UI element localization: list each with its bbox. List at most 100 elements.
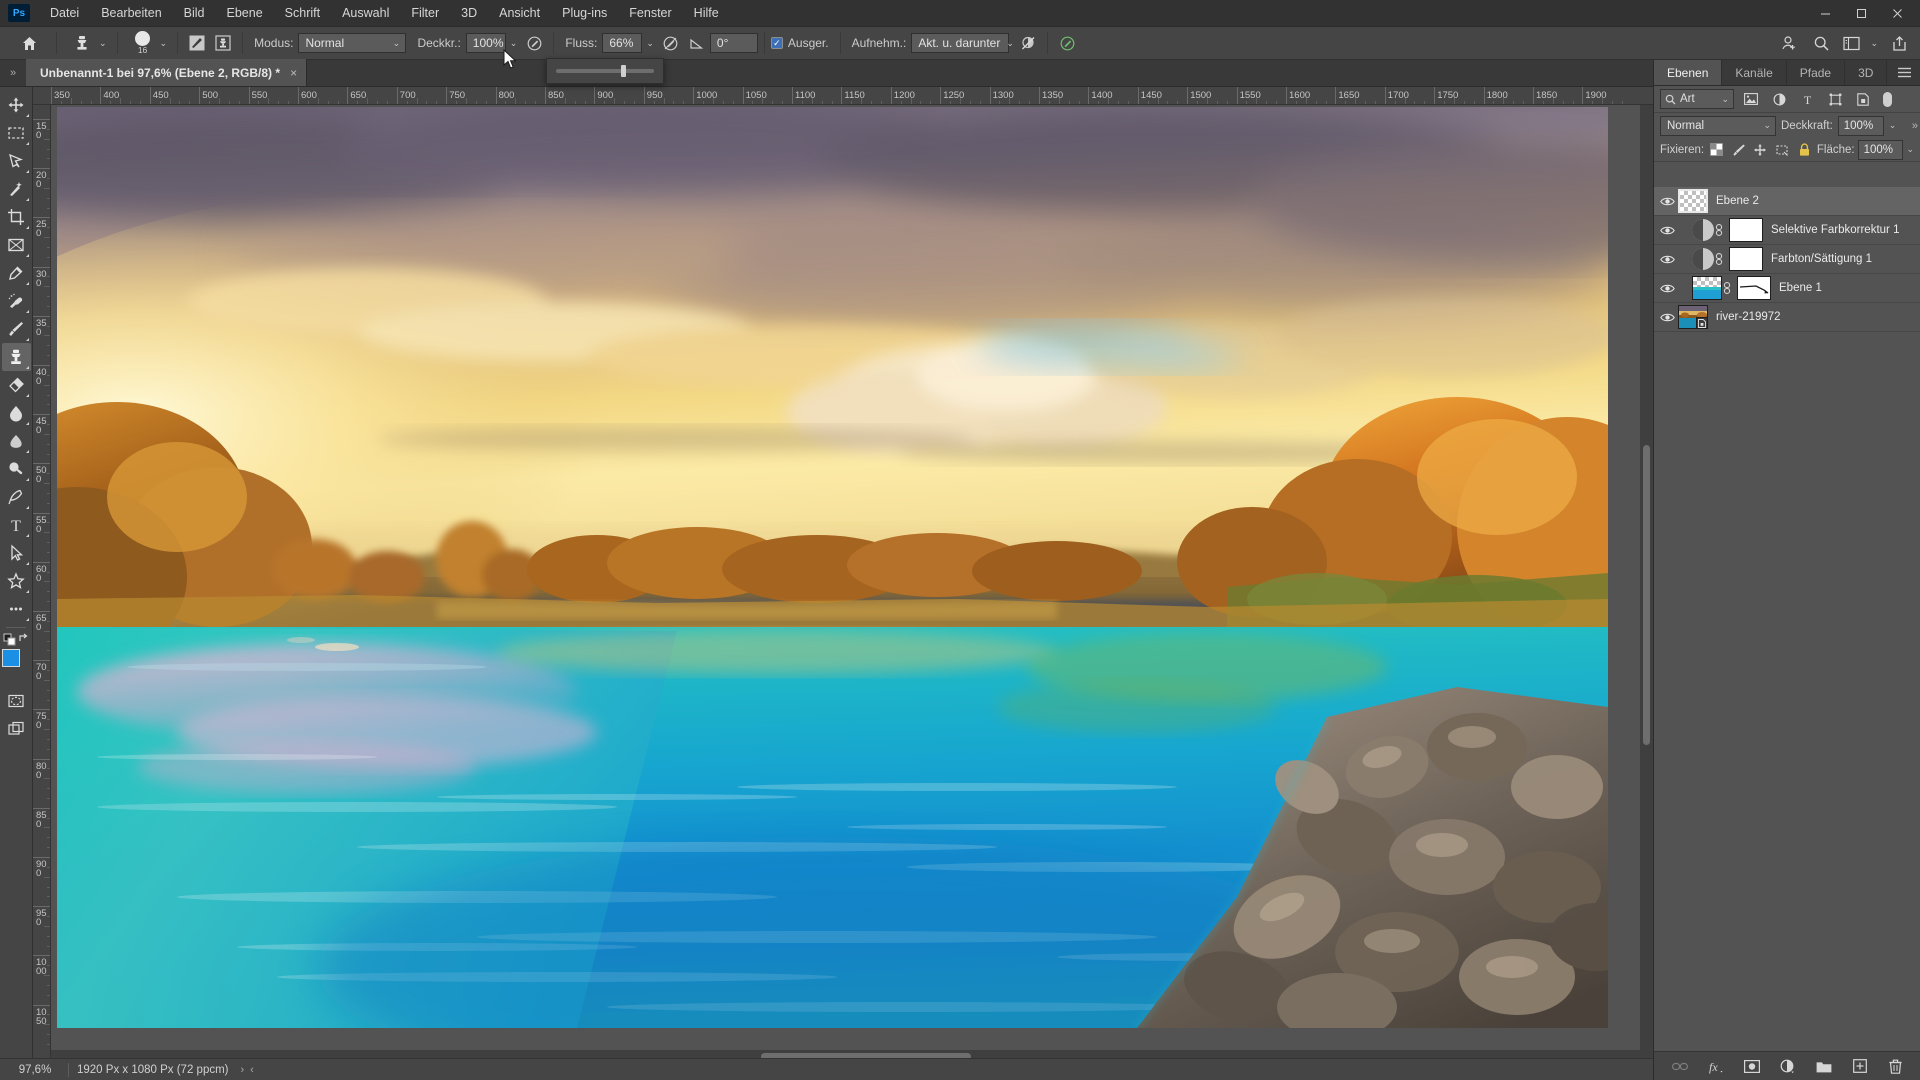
- canvas-image[interactable]: [57, 107, 1608, 1028]
- blend-mode-select[interactable]: Normal ⌄: [298, 33, 407, 53]
- panel-menu-icon[interactable]: [1889, 60, 1920, 85]
- clone-stamp-tool[interactable]: [1, 343, 31, 371]
- canvas-vertical-scrollbar[interactable]: [1640, 105, 1653, 1063]
- ignore-adjustment-icon[interactable]: [1015, 31, 1041, 55]
- chevron-down-icon[interactable]: ⌄: [95, 38, 111, 49]
- fx-icon[interactable]: fx: [1706, 1056, 1726, 1076]
- menu-schrift[interactable]: Schrift: [274, 2, 331, 24]
- close-button[interactable]: [1880, 0, 1914, 27]
- adjustment-layer-thumbnail[interactable]: [1692, 248, 1714, 270]
- menu-fenster[interactable]: Fenster: [618, 2, 682, 24]
- lock-artboard-icon[interactable]: [1773, 140, 1792, 159]
- type-tool[interactable]: T: [2, 511, 31, 539]
- layer-name[interactable]: Ebene 1: [1771, 282, 1822, 294]
- airbrush-icon[interactable]: [658, 31, 684, 55]
- layer-row-river-219972[interactable]: river-219972: [1654, 303, 1920, 332]
- menu-ansicht[interactable]: Ansicht: [488, 2, 551, 24]
- pixel-filter-icon[interactable]: [1740, 89, 1762, 109]
- menu-hilfe[interactable]: Hilfe: [683, 2, 730, 24]
- layer-name[interactable]: Farbton/Sättigung 1: [1763, 253, 1872, 265]
- tab-kanaele[interactable]: Kanäle: [1722, 60, 1787, 85]
- layer-thumbnail[interactable]: [1692, 276, 1722, 300]
- layer-mask-thumbnail[interactable]: [1729, 218, 1763, 242]
- canvas-vertical-scroll-thumb[interactable]: [1643, 445, 1650, 745]
- type-filter-icon[interactable]: T: [1796, 89, 1818, 109]
- menu-bild[interactable]: Bild: [173, 2, 216, 24]
- layer-row-ebene-1[interactable]: Ebene 1: [1654, 274, 1920, 303]
- more-tools[interactable]: [2, 595, 31, 623]
- chevron-down-icon[interactable]: ⌄: [506, 38, 522, 49]
- tab-pfade[interactable]: Pfade: [1787, 60, 1846, 85]
- layer-mask-thumbnail[interactable]: [1729, 247, 1763, 271]
- color-swatches[interactable]: [1, 649, 31, 681]
- layer-blend-mode-select[interactable]: Normal ⌄: [1660, 115, 1776, 136]
- layer-visibility-icon[interactable]: [1656, 303, 1678, 332]
- minimize-button[interactable]: [1808, 0, 1842, 27]
- menu-plugins[interactable]: Plug-ins: [551, 2, 618, 24]
- link-mask-icon[interactable]: [1714, 223, 1729, 237]
- menu-bearbeiten[interactable]: Bearbeiten: [90, 2, 172, 24]
- link-mask-icon[interactable]: [1714, 252, 1729, 266]
- lasso-tool[interactable]: [2, 147, 31, 175]
- layer-visibility-icon[interactable]: [1656, 245, 1678, 274]
- healing-brush-tool[interactable]: [2, 287, 31, 315]
- layer-list[interactable]: Ebene 2 Selektive Farbkorrektur 1 Farbto…: [1654, 187, 1920, 1050]
- lock-image-icon[interactable]: [1729, 140, 1748, 159]
- layer-row-farbton-saettigung-1[interactable]: Farbton/Sättigung 1: [1654, 245, 1920, 274]
- adjustment-layer-thumbnail[interactable]: [1692, 219, 1714, 241]
- zoom-level[interactable]: 97,6%: [0, 1064, 60, 1076]
- opacity-input[interactable]: 100%: [465, 33, 506, 53]
- flow-slider-track[interactable]: [556, 65, 654, 77]
- layer-mask-thumbnail[interactable]: [1737, 276, 1771, 300]
- adjustment-filter-icon[interactable]: [1768, 89, 1790, 109]
- shape-tool[interactable]: [2, 567, 31, 595]
- clone-stamp-icon[interactable]: [69, 31, 95, 55]
- brush-preset-picker[interactable]: 16: [130, 30, 156, 56]
- brush-settings-icon[interactable]: [184, 31, 210, 55]
- document-dimensions[interactable]: 1920 Px x 1080 Px (72 ppcm): [77, 1064, 229, 1076]
- sample-select[interactable]: Akt. u. darunter ⌄: [911, 33, 1014, 53]
- vertical-ruler[interactable]: 150 200 250 300 350 400 450 500 550 600 650 700 750 8…: [33, 105, 51, 1063]
- status-next-icon[interactable]: ›: [241, 1064, 245, 1076]
- rectangular-marquee-tool[interactable]: [2, 119, 31, 147]
- link-mask-icon[interactable]: [1722, 281, 1737, 295]
- layer-filter-kind-select[interactable]: Art ⌄: [1660, 89, 1734, 109]
- layer-visibility-icon[interactable]: [1656, 187, 1678, 216]
- aligned-checkbox[interactable]: ✓: [770, 37, 783, 49]
- layer-visibility-icon[interactable]: [1656, 274, 1678, 303]
- blur-tool[interactable]: [2, 427, 31, 455]
- clone-source-icon[interactable]: [210, 31, 236, 55]
- brush-tool[interactable]: [2, 315, 31, 343]
- link-layers-icon[interactable]: [1670, 1056, 1690, 1076]
- magic-wand-tool[interactable]: [2, 175, 31, 203]
- canvas-area[interactable]: [51, 105, 1653, 1063]
- menu-datei[interactable]: Datei: [39, 2, 90, 24]
- layer-row-selektive-farbkorrektur-1[interactable]: Selektive Farbkorrektur 1: [1654, 216, 1920, 245]
- pen-tool[interactable]: [2, 483, 31, 511]
- workspace-icon[interactable]: [1838, 31, 1864, 55]
- delete-layer-icon[interactable]: [1886, 1056, 1906, 1076]
- layer-name[interactable]: river-219972: [1708, 311, 1781, 323]
- tablet-pressure-icon[interactable]: [1054, 31, 1080, 55]
- smartobject-filter-icon[interactable]: [1852, 89, 1874, 109]
- tab-ebenen[interactable]: Ebenen: [1654, 60, 1723, 85]
- screen-mode-icon[interactable]: [2, 715, 31, 743]
- flow-slider-popup[interactable]: [546, 58, 664, 84]
- menu-ebene[interactable]: Ebene: [216, 2, 274, 24]
- status-prev-icon[interactable]: ‹: [250, 1064, 254, 1076]
- dodge-tool[interactable]: [2, 455, 31, 483]
- layer-thumbnail[interactable]: [1678, 305, 1708, 329]
- path-selection-tool[interactable]: [2, 539, 31, 567]
- lock-all-icon[interactable]: [1795, 140, 1814, 159]
- shape-filter-icon[interactable]: [1824, 89, 1846, 109]
- lock-position-icon[interactable]: [1751, 140, 1770, 159]
- eyedropper-tool[interactable]: [2, 259, 31, 287]
- new-group-icon[interactable]: [1814, 1056, 1834, 1076]
- search-icon[interactable]: [1806, 31, 1836, 55]
- frame-tool[interactable]: [2, 231, 31, 259]
- add-person-icon[interactable]: [1774, 31, 1804, 55]
- filter-toggle-icon[interactable]: [1880, 89, 1894, 109]
- crop-tool[interactable]: [2, 203, 31, 231]
- adjustment-layer-icon[interactable]: [1778, 1056, 1798, 1076]
- collapse-panel-icon[interactable]: »: [1912, 120, 1918, 132]
